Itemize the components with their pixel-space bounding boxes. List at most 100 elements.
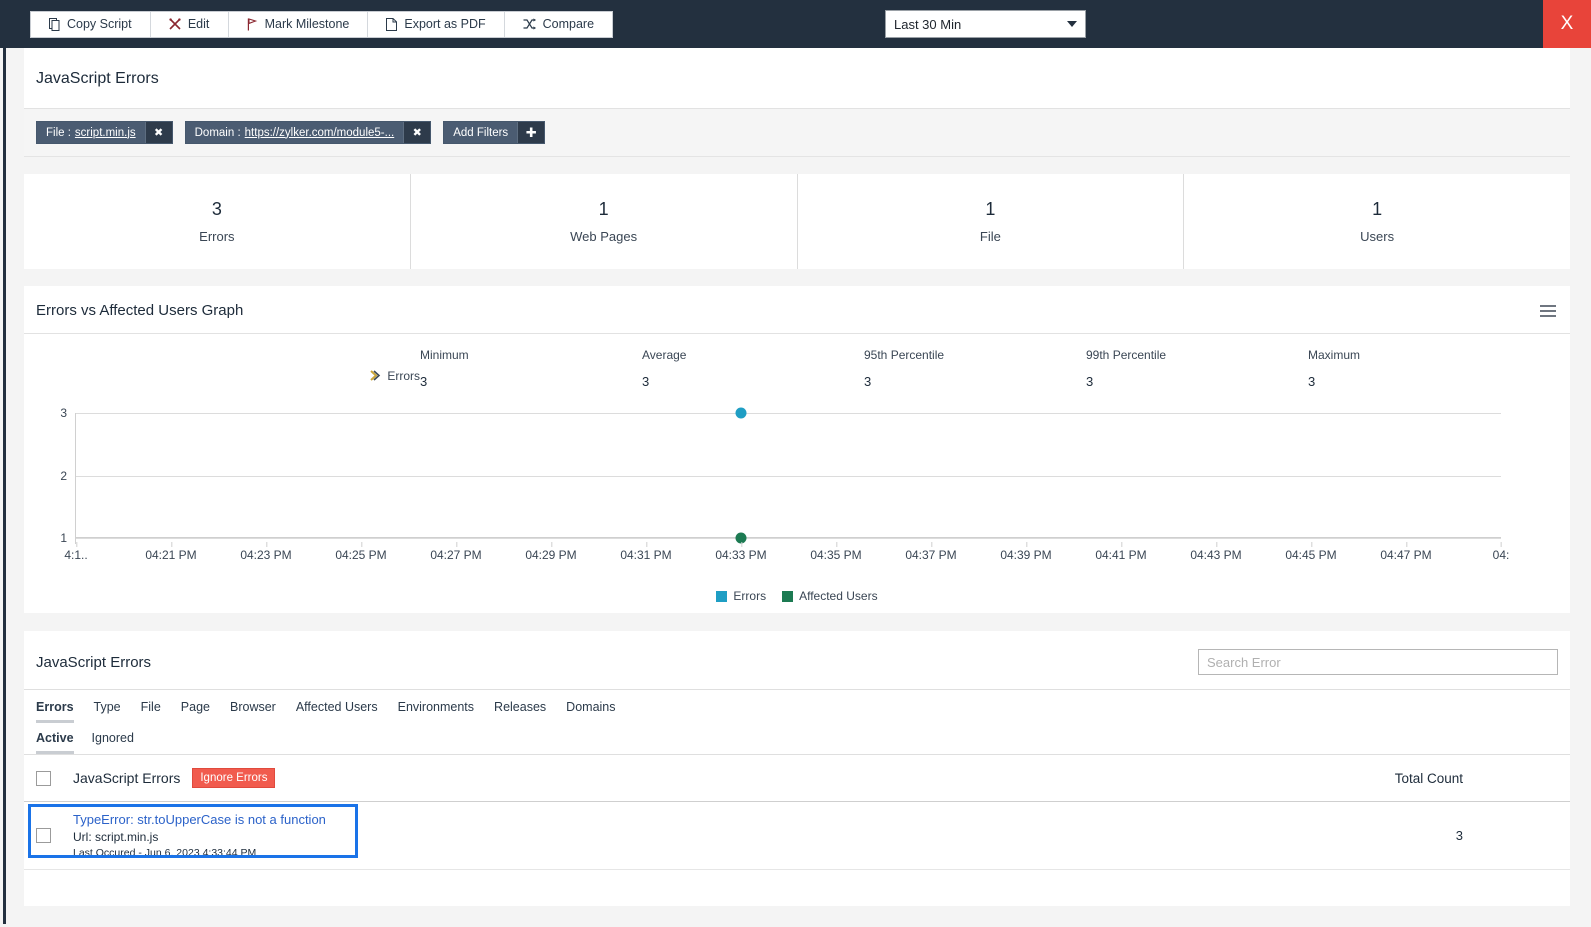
legend-swatch — [782, 591, 793, 602]
graph-stat-p99-value: 3 — [1086, 374, 1308, 389]
graph-stat-minimum: Minimum 3 — [420, 348, 642, 389]
chart-x-tick-label: 04:27 PM — [430, 548, 481, 562]
chart-x-tick-label: 04:31 PM — [620, 548, 671, 562]
export-as-pdf-button[interactable]: Export as PDF — [368, 12, 504, 37]
chart-gridline — [76, 476, 1501, 477]
filter-chip-domain[interactable]: Domain : https://zylker.com/module5-... … — [185, 121, 432, 144]
mark-milestone-label: Mark Milestone — [265, 17, 350, 31]
pdf-icon — [386, 18, 397, 31]
chart-x-tick-label: 4:1.. — [64, 548, 87, 562]
tab-environments[interactable]: Environments — [398, 700, 474, 723]
error-type: TypeError — [73, 812, 130, 827]
chart-x-tick-label: 04: — [1493, 548, 1510, 562]
stat-users[interactable]: 1 Users — [1184, 174, 1570, 269]
hamburger-icon[interactable] — [1538, 303, 1558, 319]
filter-chip-file-value: script.min.js — [75, 127, 136, 139]
stat-web-pages[interactable]: 1 Web Pages — [411, 174, 798, 269]
subtab-active[interactable]: Active — [36, 731, 74, 754]
filter-chip-domain-remove-icon[interactable]: ✖ — [403, 122, 430, 143]
stat-web-pages-label: Web Pages — [570, 229, 637, 244]
stat-users-label: Users — [1360, 229, 1394, 244]
search-input[interactable] — [1198, 649, 1558, 675]
error-url: Url: script.min.js — [73, 830, 326, 844]
graph-stat-average-value: 3 — [642, 374, 864, 389]
stat-errors-label: Errors — [199, 229, 234, 244]
error-message: : str.toUpperCase is not a function — [130, 812, 326, 827]
filter-chip-file-label: File : script.min.js — [37, 122, 145, 143]
error-last-occured: Last Occured - Jun 6, 2023 4:33:44 PM — [73, 847, 326, 859]
tab-affected-users[interactable]: Affected Users — [296, 700, 378, 723]
legend-item-affected-users[interactable]: Affected Users — [782, 589, 877, 603]
chart-point-errors[interactable] — [736, 408, 747, 419]
graph-series-name: Errors — [387, 369, 420, 383]
copy-icon — [49, 18, 60, 31]
graph-stat-maximum-value: 3 — [1308, 374, 1530, 389]
tab-file[interactable]: File — [141, 700, 161, 723]
error-title[interactable]: TypeError: str.toUpperCase is not a func… — [73, 812, 326, 827]
chart-x-tick-label: 04:35 PM — [810, 548, 861, 562]
mark-milestone-button[interactable]: Mark Milestone — [229, 12, 369, 37]
edit-button[interactable]: Edit — [151, 12, 229, 37]
errors-table-header: JavaScript Errors — [24, 631, 1570, 689]
stat-errors-value: 3 — [212, 199, 222, 220]
ignore-errors-button[interactable]: Ignore Errors — [192, 768, 275, 788]
tab-errors[interactable]: Errors — [36, 700, 74, 723]
stat-file-value: 1 — [985, 199, 995, 220]
select-all-checkbox[interactable] — [36, 771, 51, 786]
graph-card: Errors vs Affected Users Graph Errors — [24, 286, 1570, 613]
stat-errors[interactable]: 3 Errors — [24, 174, 411, 269]
subtab-ignored[interactable]: Ignored — [92, 731, 134, 754]
plus-icon[interactable]: ✚ — [517, 122, 544, 143]
chart-plot[interactable]: 123 — [76, 413, 1501, 538]
close-button[interactable]: X — [1543, 0, 1591, 48]
chart-legend: Errors Affected Users — [24, 589, 1570, 603]
graph-stat-p99-header: 99th Percentile — [1086, 348, 1308, 362]
chevron-right-icon — [370, 369, 381, 381]
chevron-down-icon — [1067, 21, 1077, 27]
filter-chip-file-remove-icon[interactable]: ✖ — [145, 122, 172, 143]
filter-chip-domain-value: https://zylker.com/module5-... — [245, 127, 395, 139]
chart-y-tick-label: 2 — [60, 469, 76, 483]
table-row[interactable]: TypeError: str.toUpperCase is not a func… — [24, 802, 1570, 870]
compare-icon — [523, 18, 536, 30]
row-content: TypeError: str.toUpperCase is not a func… — [73, 812, 326, 859]
copy-script-button[interactable]: Copy Script — [31, 12, 151, 37]
table-group-label: JavaScript Errors — [73, 770, 180, 786]
graph-stat-average: Average 3 — [642, 348, 864, 389]
legend-item-errors[interactable]: Errors — [716, 589, 766, 603]
page-body: JavaScript Errors File : script.min.js ✖… — [3, 48, 1588, 924]
add-filters-label: Add Filters — [444, 122, 517, 143]
summary-stats: 3 Errors 1 Web Pages 1 File 1 Users — [24, 174, 1570, 269]
export-as-pdf-label: Export as PDF — [404, 17, 485, 31]
close-icon: X — [1561, 13, 1574, 35]
tabs-container: Errors Type File Page Browser Affected Users E… — [24, 689, 1570, 755]
row-total-count: 3 — [1456, 828, 1463, 843]
chart-area: 123 4:1..04:21 PM04:23 PM04:25 PM04:27 P… — [24, 399, 1570, 599]
graph-header: Errors vs Affected Users Graph — [24, 286, 1570, 334]
tab-domains[interactable]: Domains — [566, 700, 615, 723]
tab-list: Errors Type File Page Browser Affected Users E… — [24, 690, 1570, 723]
stat-file[interactable]: 1 File — [798, 174, 1185, 269]
time-range-select[interactable]: Last 30 Min — [885, 10, 1086, 38]
filter-chip-file[interactable]: File : script.min.js ✖ — [36, 121, 173, 144]
chart-y-tick-label: 1 — [60, 531, 76, 545]
filter-bar: File : script.min.js ✖ Domain : https://… — [24, 109, 1570, 157]
chart-x-tick-label: 04:47 PM — [1380, 548, 1431, 562]
row-checkbox[interactable] — [36, 828, 51, 843]
tab-page[interactable]: Page — [181, 700, 210, 723]
chart-x-tick-label: 04:39 PM — [1000, 548, 1051, 562]
compare-button[interactable]: Compare — [505, 12, 612, 37]
stat-file-label: File — [980, 229, 1001, 244]
chart-y-tick-label: 3 — [60, 406, 76, 420]
tab-type[interactable]: Type — [94, 700, 121, 723]
errors-table-card: JavaScript Errors Errors Type File Page Brow… — [24, 631, 1570, 906]
graph-stat-p95: 95th Percentile 3 — [864, 348, 1086, 389]
chart-x-tick-label: 04:25 PM — [335, 548, 386, 562]
tab-releases[interactable]: Releases — [494, 700, 546, 723]
add-filters-button[interactable]: Add Filters ✚ — [443, 121, 545, 144]
chart-gridline — [76, 538, 1501, 539]
tab-browser[interactable]: Browser — [230, 700, 276, 723]
chart-x-tick-label: 04:23 PM — [240, 548, 291, 562]
graph-stat-p99: 99th Percentile 3 — [1086, 348, 1308, 389]
chart-x-tick-label: 04:33 PM — [715, 548, 766, 562]
